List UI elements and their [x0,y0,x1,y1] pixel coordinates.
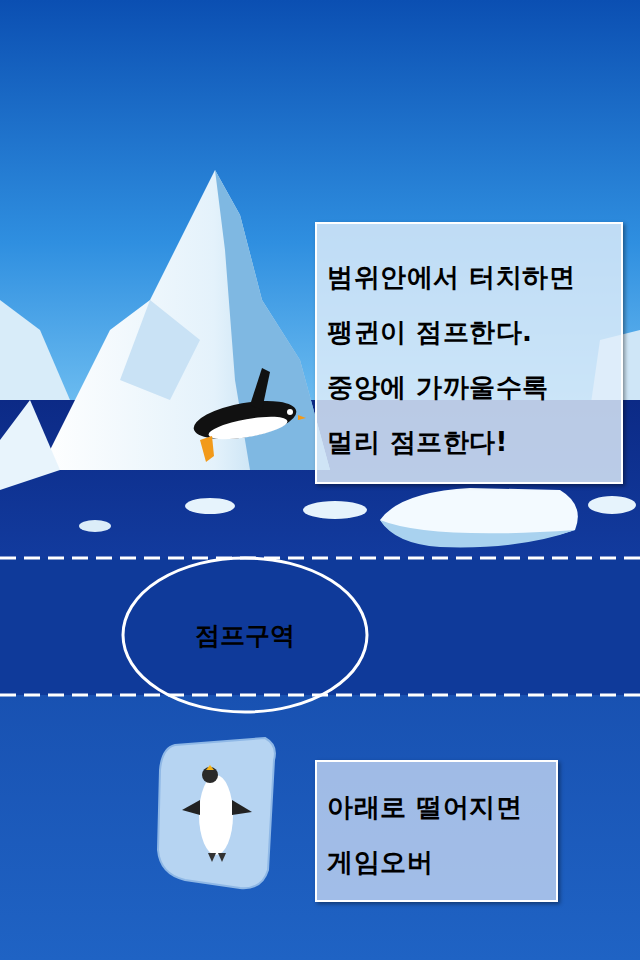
text-line: 중앙에 가까울수록 [327,360,613,415]
text-line: 범위안에서 터치하면 [327,250,613,305]
text-line: 아래로 떨어지면 [327,780,548,835]
gameover-box: 아래로 떨어지면게임오버 [315,760,558,902]
jump-zone-label: 점프구역 [195,617,295,655]
hint-box: 범위안에서 터치하면팽귄이 점프한다.중앙에 가까울수록멀리 점프한다! [315,222,623,484]
text-line: 멀리 점프한다! [327,415,613,470]
penguin-on-ice-icon [158,738,275,888]
text-line: 게임오버 [327,835,548,890]
jump-zone[interactable]: 점프구역 [122,558,368,713]
game-screen[interactable]: 점프구역 범위안에서 터치하면팽귄이 점프한다.중앙에 가까울수록멀리 점프한다… [0,0,640,960]
jump-zone-ellipse [123,558,367,712]
text-line: 팽귄이 점프한다. [327,305,613,360]
jumping-penguin-icon [191,368,306,462]
